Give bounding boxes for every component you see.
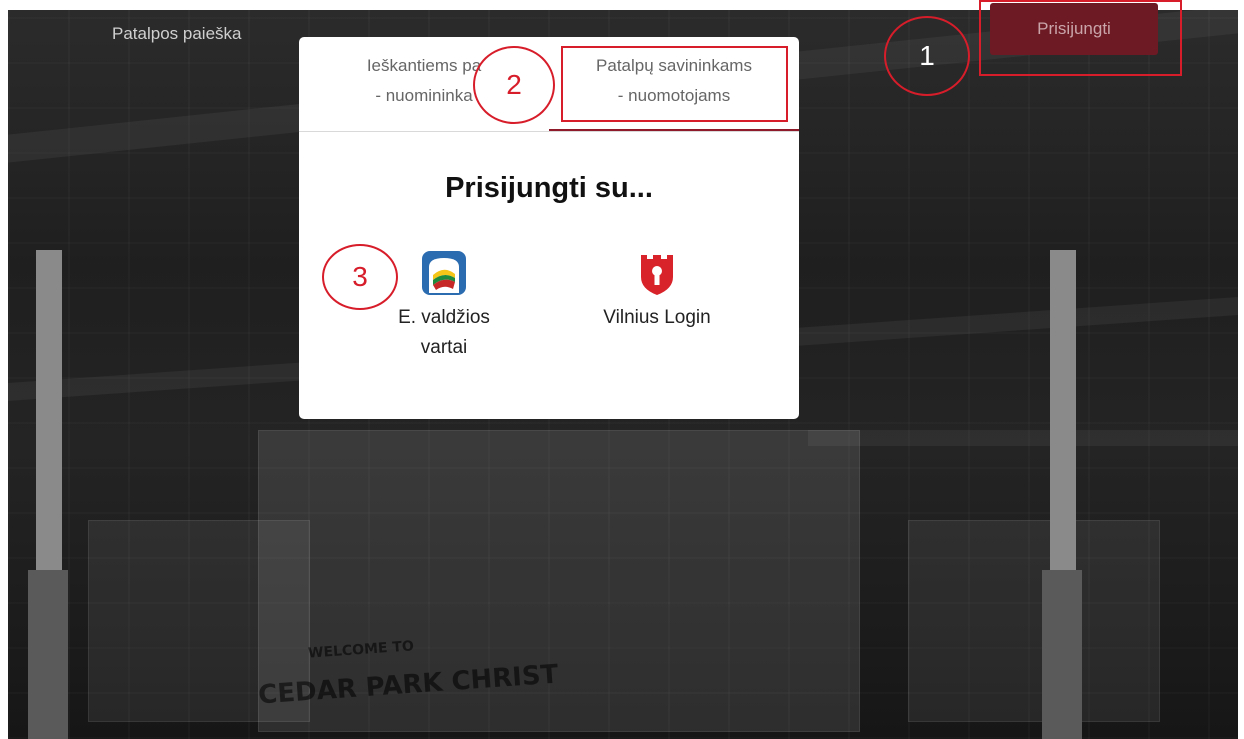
nav-link-search[interactable]: Patalpos paieška [112, 24, 241, 44]
background-wall [908, 520, 1160, 722]
annotation-marker-1: 1 [884, 16, 970, 96]
modal-title: Prisijungti su... [445, 172, 653, 204]
highlight-box-login [979, 0, 1182, 76]
evaldzios-vartai-icon [422, 251, 466, 295]
background-post [1042, 570, 1082, 739]
provider-label-line: vartai [420, 337, 468, 358]
highlight-box-owners-tab [561, 46, 788, 122]
background-post [28, 570, 68, 739]
background-post [1050, 250, 1076, 570]
vilnius-login-shield-icon [641, 255, 673, 295]
provider-vilnius-login[interactable]: Vilnius Login [557, 249, 757, 333]
ceiling-beam [808, 430, 1238, 446]
provider-label: Vilnius Login [603, 307, 711, 328]
annotation-marker-3: 3 [322, 244, 398, 310]
annotation-marker-2: 2 [473, 46, 555, 124]
background-post [36, 250, 62, 570]
